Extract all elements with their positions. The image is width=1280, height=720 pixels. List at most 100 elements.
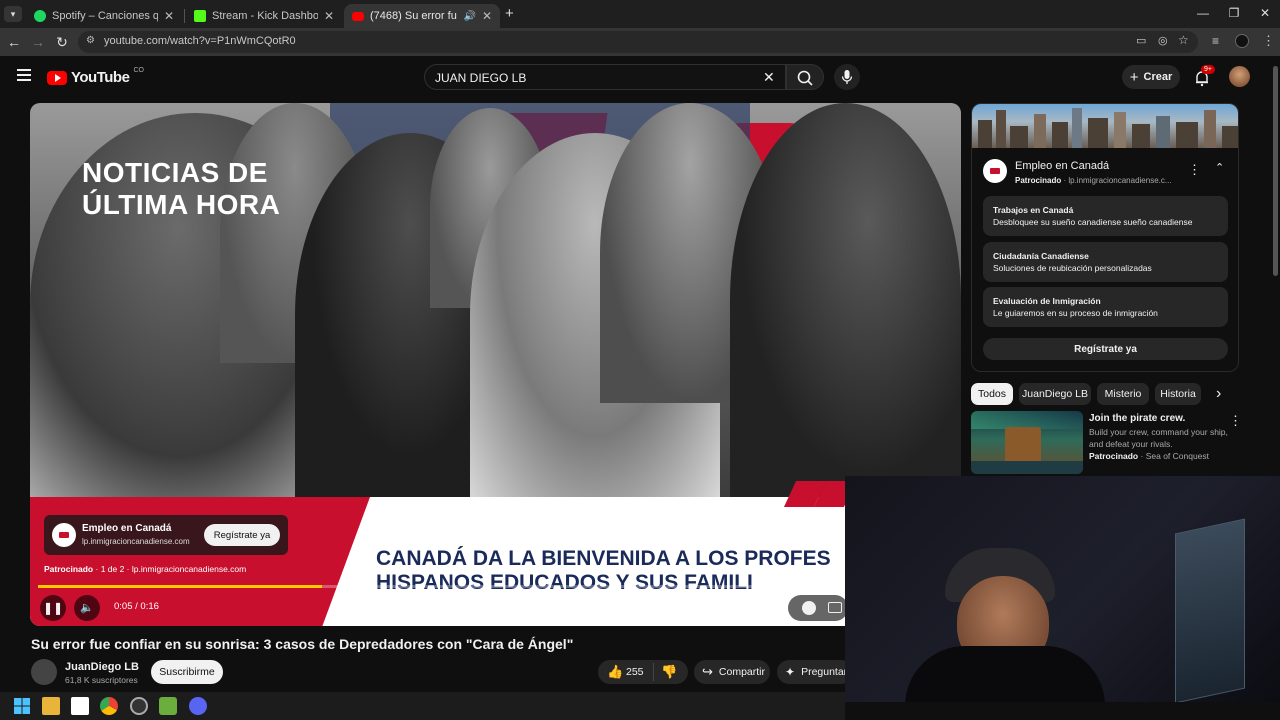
minecraft-icon[interactable] <box>159 697 177 715</box>
search-input[interactable]: JUAN DIEGO LB ✕ <box>424 64 786 90</box>
chip-historia[interactable]: Historia <box>1155 383 1201 405</box>
browser-tab-strip: ▾ Spotify – Canciones que te gusta ✕ Str… <box>0 0 1280 28</box>
sitelink-heading: Evaluación de Inmigración <box>993 296 1101 306</box>
volume-button[interactable]: 🔈 <box>74 595 100 621</box>
youtube-logo[interactable]: YouTube CO <box>47 67 144 86</box>
subscribe-button[interactable]: Suscribirme <box>151 660 223 684</box>
time-display: 0:05 / 0:16 <box>114 601 159 612</box>
forward-icon[interactable]: → <box>30 34 46 50</box>
ask-button[interactable]: ✦ Preguntar <box>777 660 853 684</box>
ad-sitelink[interactable]: Trabajos en Canadá Desbloquee su sueño c… <box>983 196 1228 236</box>
progress-bar[interactable] <box>38 585 953 588</box>
user-avatar[interactable] <box>1229 66 1250 87</box>
discord-icon[interactable] <box>189 697 207 715</box>
ad-register-button[interactable]: Regístrate ya <box>204 524 280 546</box>
address-bar[interactable]: ⚙ youtube.com/watch?v=P1nWmCQotR0 ▭ ◎ ☆ <box>78 31 1198 53</box>
maple-leaf-icon <box>990 168 1000 174</box>
channel-name[interactable]: JuanDiego LB <box>65 661 139 673</box>
banner-headline-line: CANADÁ DA LA BIENVENIDA A LOS PROFES <box>376 547 831 570</box>
ad-sitelink[interactable]: Evaluación de Inmigración Le guiaremos e… <box>983 287 1228 327</box>
page-scrollbar[interactable] <box>1271 56 1280 476</box>
building <box>1156 116 1170 148</box>
sitelink-heading: Trabajos en Canadá <box>993 205 1074 215</box>
ad-sitelink[interactable]: Ciudadanía Canadiense Soluciones de reub… <box>983 242 1228 282</box>
sea <box>971 461 1083 474</box>
advertiser-logo <box>983 159 1007 183</box>
bookmark-star-icon[interactable]: ☆ <box>1178 33 1189 47</box>
back-icon[interactable]: ← <box>6 34 22 50</box>
notepad-icon[interactable] <box>71 697 89 715</box>
create-button[interactable]: + Crear <box>1122 65 1180 89</box>
channel-avatar[interactable] <box>31 659 57 685</box>
kick-icon <box>194 10 206 22</box>
like-button[interactable]: 👍 <box>607 664 623 680</box>
like-dislike-group: 👍 255 👎 <box>598 660 688 684</box>
search-button[interactable] <box>786 64 824 90</box>
reload-icon[interactable]: ↻ <box>54 34 70 50</box>
autoplay-toggle-icon[interactable] <box>802 601 816 615</box>
sidebar-register-button[interactable]: Regístrate ya <box>983 338 1228 360</box>
close-icon[interactable]: ✕ <box>164 9 174 23</box>
sidebar-ad-card[interactable]: Empleo en Canadá Patrocinado · lp.inmigr… <box>971 103 1239 372</box>
building <box>996 110 1006 148</box>
tab-youtube[interactable]: (7468) Su error fue confiar en 🔊 ✕ <box>344 4 500 28</box>
reading-list-icon[interactable]: ≡ <box>1212 34 1219 48</box>
more-options-icon[interactable]: ⋮ <box>1229 413 1242 429</box>
progress-fill <box>38 585 322 588</box>
new-tab-button[interactable]: + <box>505 5 514 22</box>
clear-search-icon[interactable]: ✕ <box>763 69 775 86</box>
pause-button[interactable]: ❚❚ <box>40 595 66 621</box>
ad-title[interactable]: Join the pirate crew. <box>1089 413 1185 424</box>
close-icon[interactable]: ✕ <box>482 9 492 23</box>
chevron-right-icon[interactable]: › <box>1216 385 1221 403</box>
share-button[interactable]: ↪ Compartir <box>694 660 770 684</box>
more-options-icon[interactable]: ⋮ <box>1188 162 1201 178</box>
chip-todos[interactable]: Todos <box>971 383 1013 405</box>
scrollbar-thumb[interactable] <box>1273 66 1278 276</box>
player-right-controls <box>788 595 848 621</box>
ad-thumbnail[interactable] <box>971 411 1083 474</box>
maximize-icon[interactable]: ❐ <box>1219 6 1249 20</box>
chip-juandiego-lb[interactable]: JuanDiego LB <box>1019 383 1091 405</box>
tab-divider <box>184 9 185 23</box>
search-query: JUAN DIEGO LB <box>435 71 527 85</box>
divider <box>653 663 654 681</box>
create-label: Crear <box>1143 71 1173 83</box>
tab-search-button[interactable]: ▾ <box>4 6 22 22</box>
video-player[interactable]: CANADÁ DA LA BIENVENIDA A LOS PROFES HIS… <box>30 103 961 626</box>
subtitles-icon[interactable] <box>828 602 842 613</box>
site-info-icon[interactable]: ⚙ <box>86 35 95 46</box>
building <box>1114 112 1126 148</box>
building <box>1052 122 1068 148</box>
notifications-button[interactable]: 9+ <box>1193 65 1215 87</box>
notification-badge: 9+ <box>1201 65 1215 74</box>
minimize-icon[interactable]: — <box>1188 6 1218 20</box>
chrome-icon[interactable] <box>100 697 118 715</box>
obs-icon[interactable] <box>130 697 148 715</box>
tab-spotify[interactable]: Spotify – Canciones que te gusta ✕ <box>26 4 182 28</box>
profile-avatar[interactable] <box>1235 34 1249 48</box>
windows-taskbar <box>0 692 845 720</box>
eye-off-icon[interactable]: ◎ <box>1158 34 1168 47</box>
chevron-up-icon[interactable]: ⌃ <box>1215 161 1224 174</box>
youtube-logo-text: YouTube <box>71 69 130 86</box>
dislike-button[interactable]: 👎 <box>661 664 677 680</box>
like-count: 255 <box>626 666 644 678</box>
building <box>1132 124 1150 148</box>
cast-icon[interactable]: ▭ <box>1136 34 1146 47</box>
chip-misterio[interactable]: Misterio <box>1097 383 1149 405</box>
ad-title: Empleo en Canadá <box>82 523 172 534</box>
browser-toolbar: ← → ↻ ⚙ youtube.com/watch?v=P1nWmCQotR0 … <box>0 28 1280 56</box>
youtube-logo-icon <box>47 70 67 85</box>
close-icon[interactable]: ✕ <box>324 9 334 23</box>
tab-kick[interactable]: Stream - Kick Dashboard ✕ <box>186 4 342 28</box>
ad-meta: Patrocinado · lp.inmigracioncanadiense.c… <box>1015 176 1172 185</box>
overlay-ad-card[interactable]: Empleo en Canadá lp.inmigracioncanadiens… <box>44 515 288 555</box>
speaker-icon[interactable]: 🔊 <box>463 11 475 22</box>
close-window-icon[interactable]: ✕ <box>1250 6 1280 20</box>
file-explorer-icon[interactable] <box>42 697 60 715</box>
browser-menu-icon[interactable]: ⋮ <box>1262 33 1275 49</box>
voice-search-button[interactable] <box>834 64 860 90</box>
windows-start-icon[interactable] <box>13 697 31 715</box>
menu-icon[interactable] <box>17 69 31 81</box>
